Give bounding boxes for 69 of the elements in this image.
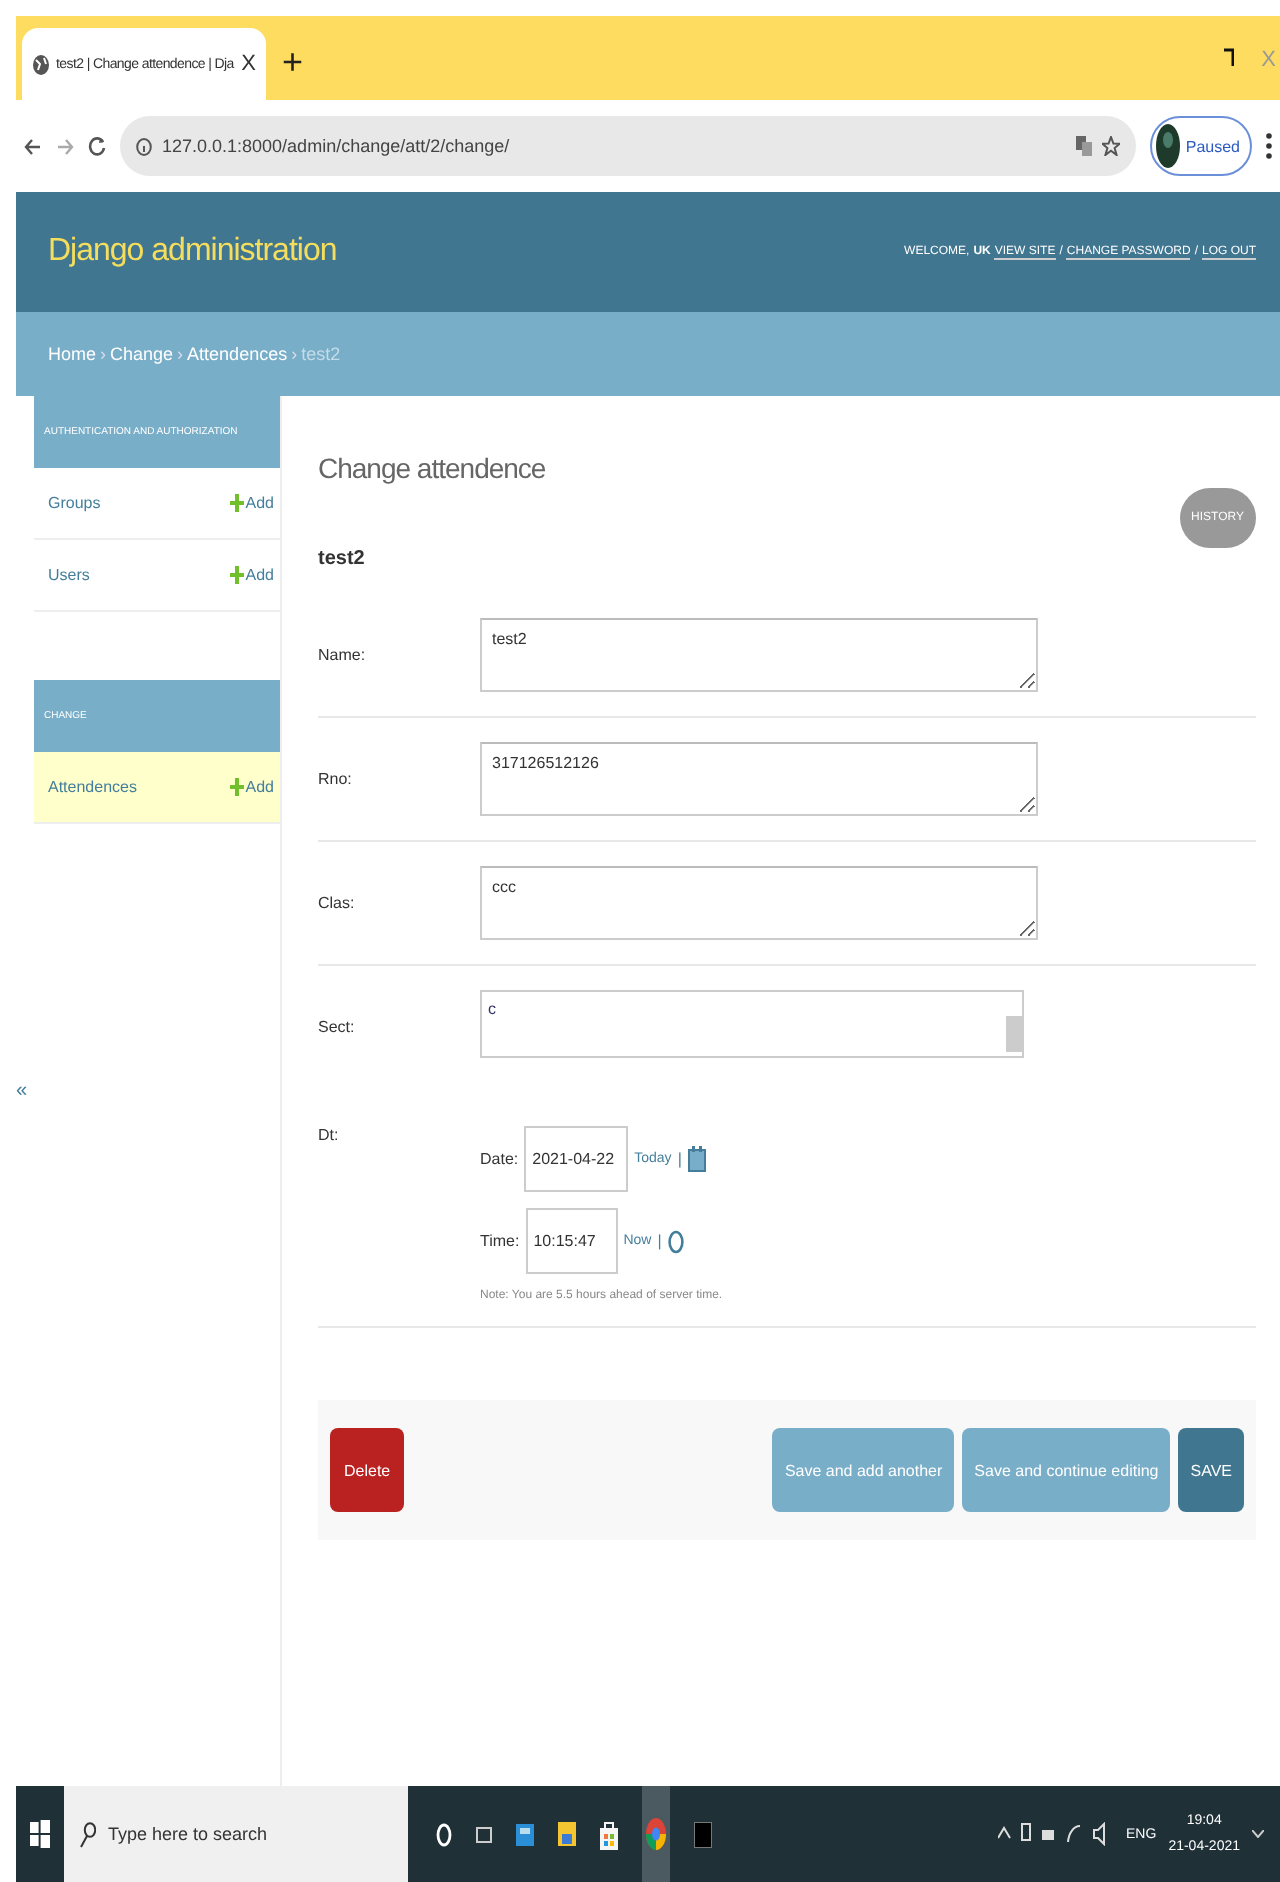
text-field[interactable]: ccc xyxy=(480,866,1038,940)
url-text: 127.0.0.1:8000/admin/change/att/2/change/ xyxy=(162,136,512,156)
time-field[interactable]: 10:15:47 xyxy=(525,1208,618,1274)
restore-icon[interactable] xyxy=(1223,48,1234,68)
time-label: Time: xyxy=(480,1232,520,1250)
search-icon xyxy=(80,1821,96,1847)
plus-icon xyxy=(229,494,244,512)
profile-button[interactable]: Paused xyxy=(1149,116,1252,176)
scroll-bar[interactable] xyxy=(1006,1016,1022,1052)
text-field[interactable]: test2 xyxy=(480,618,1038,692)
divider-text: | xyxy=(657,1232,662,1250)
divider-text: | xyxy=(677,1150,682,1168)
model-link[interactable]: Attendences xyxy=(48,778,137,796)
sidebar-row[interactable]: Attendences Add xyxy=(34,752,280,824)
store-icon[interactable] xyxy=(600,1819,618,1849)
plus-icon xyxy=(229,566,244,584)
add-link[interactable]: Add xyxy=(229,494,274,512)
cortana-icon[interactable] xyxy=(436,1821,452,1847)
taskbar-search[interactable]: Type here to search xyxy=(64,1786,408,1882)
text-field[interactable]: 317126512126 xyxy=(480,742,1038,816)
save-button[interactable]: Save and continue editing xyxy=(962,1428,1171,1512)
field-label: Clas: xyxy=(318,892,357,916)
date-field[interactable]: 2021-04-22 xyxy=(524,1126,629,1192)
tab-close[interactable]: X xyxy=(241,52,256,76)
model-link[interactable]: Groups xyxy=(48,494,101,512)
date-label: Date: xyxy=(480,1150,519,1168)
chevron-icon[interactable] xyxy=(1252,1830,1264,1838)
delete-button[interactable]: Delete xyxy=(330,1428,405,1512)
terminal-icon[interactable] xyxy=(694,1821,712,1847)
app-icon[interactable] xyxy=(516,1821,534,1847)
select-option[interactable]: c xyxy=(488,1000,496,1056)
menu-icon[interactable] xyxy=(1266,132,1272,160)
back-icon[interactable] xyxy=(24,137,42,155)
windows-logo-icon[interactable] xyxy=(30,1820,50,1848)
breadcrumb-current: test2 xyxy=(301,344,341,364)
field-label: Sect: xyxy=(318,1016,357,1040)
model-link[interactable]: Users xyxy=(48,566,90,584)
clock-icon[interactable] xyxy=(667,1229,684,1253)
reload-icon[interactable] xyxy=(88,136,106,156)
folder-icon[interactable] xyxy=(558,1820,576,1848)
field-label: Dt: xyxy=(318,1124,341,1148)
breadcrumb-separator: › xyxy=(100,344,107,364)
info-icon[interactable] xyxy=(136,137,152,155)
translate-icon[interactable] xyxy=(1075,136,1092,156)
select-list[interactable]: c xyxy=(480,990,1024,1058)
plus-icon xyxy=(229,778,244,796)
site-title[interactable]: Django administration xyxy=(48,234,337,270)
calendar-icon[interactable] xyxy=(687,1146,706,1172)
avatar-icon xyxy=(1155,122,1180,170)
save-button[interactable]: SAVE xyxy=(1178,1428,1244,1512)
sidebar-toggle[interactable]: « xyxy=(16,1080,34,1102)
breadcrumb-link[interactable]: Home xyxy=(48,344,97,364)
breadcrumb-link[interactable]: Change xyxy=(110,344,174,364)
globe-icon xyxy=(32,53,50,75)
task-view-icon[interactable] xyxy=(476,1821,492,1847)
save-button[interactable]: Save and add another xyxy=(772,1428,955,1512)
object-name: test2 xyxy=(318,548,367,570)
add-link[interactable]: Add xyxy=(229,778,274,796)
add-link[interactable]: Add xyxy=(229,566,274,584)
breadcrumb-separator: › xyxy=(177,344,184,364)
field-label: Rno: xyxy=(318,768,354,792)
star-icon[interactable] xyxy=(1101,136,1120,156)
chrome-icon[interactable] xyxy=(642,1786,670,1882)
breadcrumb-separator: › xyxy=(291,344,298,364)
address-bar[interactable]: 127.0.0.1:8000/admin/change/att/2/change/ xyxy=(120,116,1136,176)
new-tab-button[interactable]: + xyxy=(282,42,304,84)
breadcrumb-link[interactable]: Attendences xyxy=(187,344,288,364)
field-label: Name: xyxy=(318,644,368,668)
page-title: Change attendence xyxy=(318,452,546,488)
